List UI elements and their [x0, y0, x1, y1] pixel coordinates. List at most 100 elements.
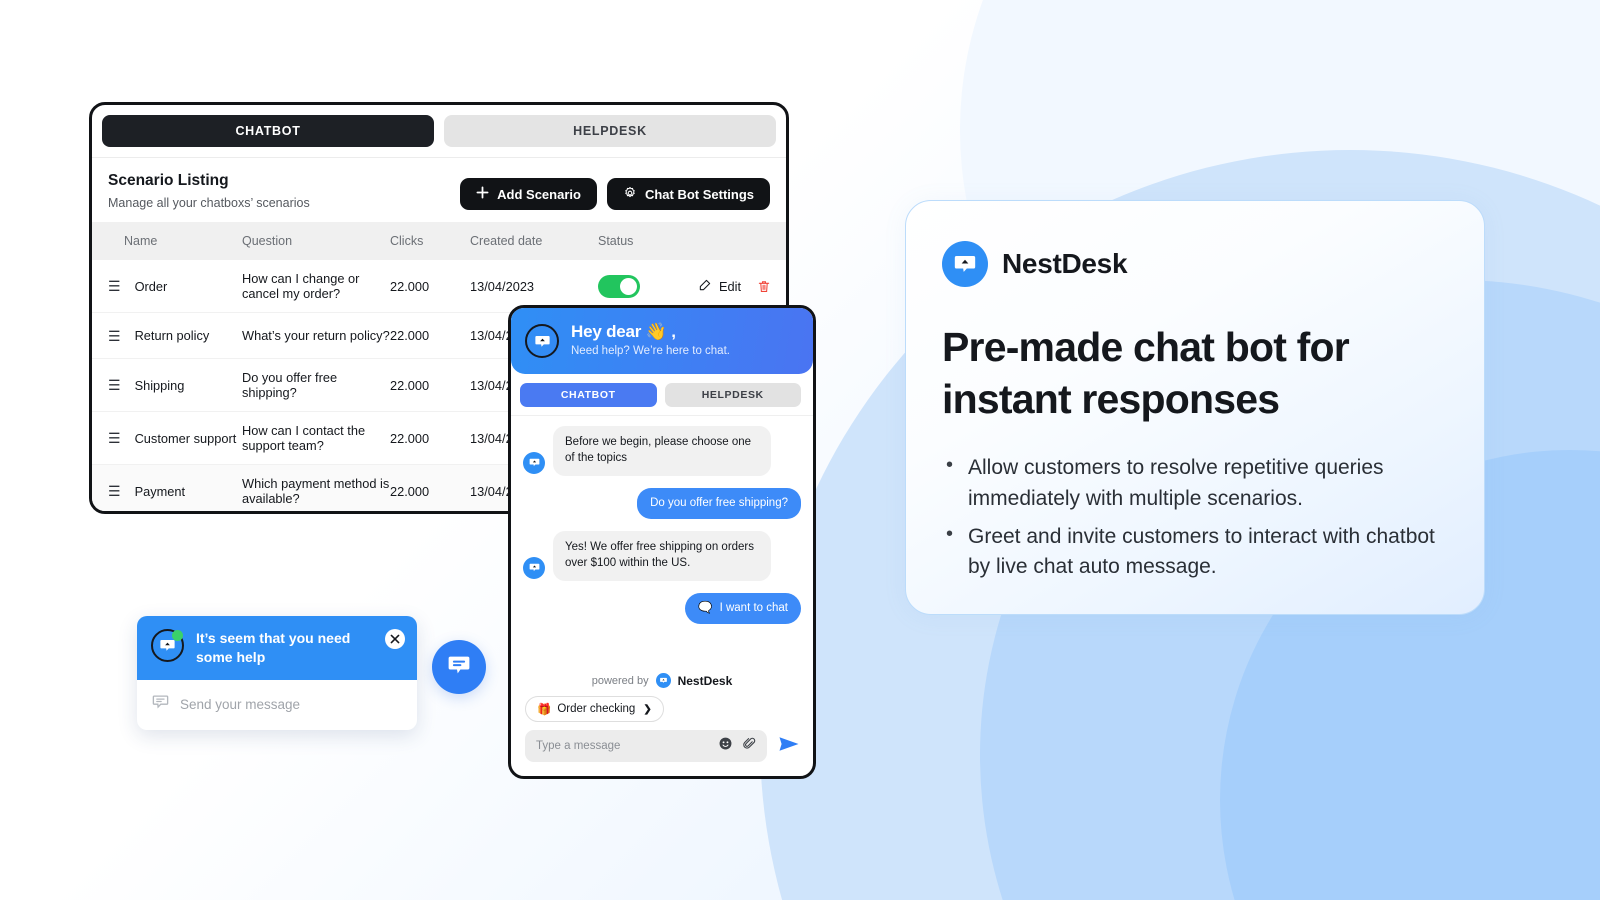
chat-input-row: [511, 730, 813, 776]
table-header: Name Question Clicks Created date Status: [92, 222, 786, 260]
bot-avatar-icon: [523, 451, 545, 474]
chat-bubble-avatar-icon: [525, 324, 559, 358]
drag-handle-icon[interactable]: ☰: [108, 279, 121, 293]
chevron-right-icon: ❯: [643, 703, 652, 715]
nestdesk-logo-icon: [655, 673, 671, 688]
cell-name: Shipping: [134, 377, 185, 393]
cell-question: How can I change or cancel my order?: [242, 271, 360, 301]
greeting-suffix: ,: [671, 322, 676, 341]
chat-message-input[interactable]: [536, 740, 718, 752]
column-header-created-date: Created date: [470, 222, 598, 260]
chat-widget-header: Hey dear 👋 , Need help? We’re here to ch…: [511, 308, 813, 374]
cell-clicks: 22.000: [390, 377, 430, 393]
send-icon[interactable]: [777, 732, 801, 761]
feature-bullet: Allow customers to resolve repetitive qu…: [942, 451, 1448, 514]
quick-reply-order-checking[interactable]: 🎁 Order checking ❯: [525, 696, 664, 722]
wave-emoji-icon: 👋: [645, 322, 667, 341]
powered-by-brand: NestDesk: [677, 673, 733, 688]
bot-avatar-icon: [523, 556, 545, 579]
chat-bubble-text: Do you offer free shipping?: [637, 487, 801, 520]
gear-icon: [623, 186, 637, 203]
feature-bullet-list: Allow customers to resolve repetitive qu…: [942, 451, 1448, 583]
page-title: Scenario Listing: [108, 172, 229, 189]
add-scenario-button[interactable]: Add Scenario: [460, 178, 597, 210]
drag-handle-icon[interactable]: ☰: [108, 431, 121, 445]
cell-question: Which payment method is available?: [242, 476, 390, 506]
chat-bubble-avatar-icon: [151, 629, 184, 662]
edit-button[interactable]: Edit: [698, 278, 741, 295]
nestdesk-logo-icon: [942, 241, 988, 287]
panel-header: Scenario Listing Manage all your chatbox…: [92, 158, 786, 222]
chat-bot-settings-label: Chat Bot Settings: [644, 186, 754, 202]
powered-by-prefix: powered by: [591, 674, 649, 687]
online-status-dot: [172, 630, 183, 641]
plus-icon: [476, 186, 489, 202]
cell-created-date: 13/04/2023: [470, 278, 535, 294]
chat-widget: Hey dear 👋 , Need help? We’re here to ch…: [508, 305, 816, 779]
delete-button[interactable]: [757, 279, 771, 294]
brand-row: NestDesk: [942, 241, 1448, 287]
cell-question: Do you offer free shipping?: [242, 370, 338, 400]
notification-header: It’s seem that you need some help: [137, 616, 417, 681]
chat-widget-greeting-block: Hey dear 👋 , Need help? We’re here to ch…: [571, 322, 730, 357]
notification-message: It’s seem that you need some help: [196, 630, 351, 665]
drag-handle-icon[interactable]: ☰: [108, 484, 121, 498]
chat-bubble-text: Yes! We offer free shipping on orders ov…: [553, 531, 771, 581]
column-header-actions: [698, 222, 786, 260]
column-header-name: Name: [92, 222, 242, 260]
tab-helpdesk[interactable]: HELPDESK: [444, 115, 776, 147]
cell-name: Return policy: [134, 328, 210, 343]
chat-message-user: Do you offer free shipping?: [523, 487, 801, 520]
cell-name: Payment: [134, 483, 186, 499]
i-want-to-chat-label: I want to chat: [719, 601, 788, 614]
panel-header-actions: Add Scenario Chat Bot Settings: [460, 172, 770, 210]
feature-bullet: Greet and invite customers to interact w…: [942, 520, 1448, 583]
feature-card: NestDesk Pre-made chat bot for instant r…: [905, 200, 1485, 615]
chat-message-bot: Yes! We offer free shipping on orders ov…: [523, 531, 801, 581]
add-scenario-label: Add Scenario: [497, 186, 581, 202]
notification-input-row[interactable]: [137, 680, 417, 730]
cell-clicks: 22.000: [390, 483, 430, 499]
status-toggle[interactable]: [598, 274, 640, 298]
gift-emoji-icon: 🎁: [537, 704, 552, 716]
feature-headline: Pre-made chat bot for instant responses: [942, 324, 1350, 423]
i-want-to-chat-button[interactable]: 🗨️ I want to chat: [685, 592, 801, 625]
chat-input-wrapper[interactable]: [525, 730, 767, 762]
pencil-icon: [698, 278, 712, 295]
chat-invite-notification: It’s seem that you need some help: [137, 616, 417, 731]
cell-name: Order: [134, 278, 168, 294]
column-header-question: Question: [242, 222, 390, 260]
notification-message-input[interactable]: [180, 696, 403, 712]
cell-question: What’s your return policy?: [242, 328, 390, 343]
cell-name: Customer support: [134, 430, 237, 446]
edit-label: Edit: [719, 278, 742, 294]
speech-balloon-emoji-icon: 🗨️: [698, 601, 713, 614]
cell-clicks: 22.000: [390, 278, 430, 294]
chat-widget-subtitle: Need help? We’re here to chat.: [571, 345, 730, 357]
chat-widget-tabs: CHATBOT HELPDESK: [511, 374, 813, 415]
brand-name: NestDesk: [1002, 248, 1128, 279]
chat-bot-settings-button[interactable]: Chat Bot Settings: [606, 178, 770, 210]
chat-launcher-icon: [445, 651, 473, 684]
chat-message-bot: Before we begin, please choose one of th…: [523, 426, 801, 476]
tab-chatbot[interactable]: CHATBOT: [102, 115, 434, 147]
emoji-icon[interactable]: [718, 736, 733, 756]
quick-reply-label: Order checking: [557, 703, 636, 715]
chat-input-icons: [718, 736, 756, 756]
chat-widget-tab-chatbot[interactable]: CHATBOT: [520, 383, 657, 407]
drag-handle-icon[interactable]: ☰: [108, 329, 121, 343]
chat-message-user-chip[interactable]: 🗨️ I want to chat: [523, 592, 801, 625]
quick-replies: 🎁 Order checking ❯: [511, 696, 813, 730]
chat-widget-tab-helpdesk[interactable]: HELPDESK: [664, 383, 801, 407]
cell-question: How can I contact the support team?: [242, 423, 366, 453]
close-icon[interactable]: [385, 629, 405, 649]
chat-launcher-button[interactable]: [432, 640, 486, 694]
panel-tabs: CHATBOT HELPDESK: [92, 105, 786, 158]
drag-handle-icon[interactable]: ☰: [108, 378, 121, 392]
message-icon: [151, 692, 170, 716]
paperclip-icon[interactable]: [742, 737, 756, 756]
cell-clicks: 22.000: [390, 430, 430, 446]
page-subtitle: Manage all your chatboxs’ scenarios: [108, 196, 310, 210]
greeting-text: Hey dear: [571, 322, 642, 341]
column-header-clicks: Clicks: [390, 222, 470, 260]
